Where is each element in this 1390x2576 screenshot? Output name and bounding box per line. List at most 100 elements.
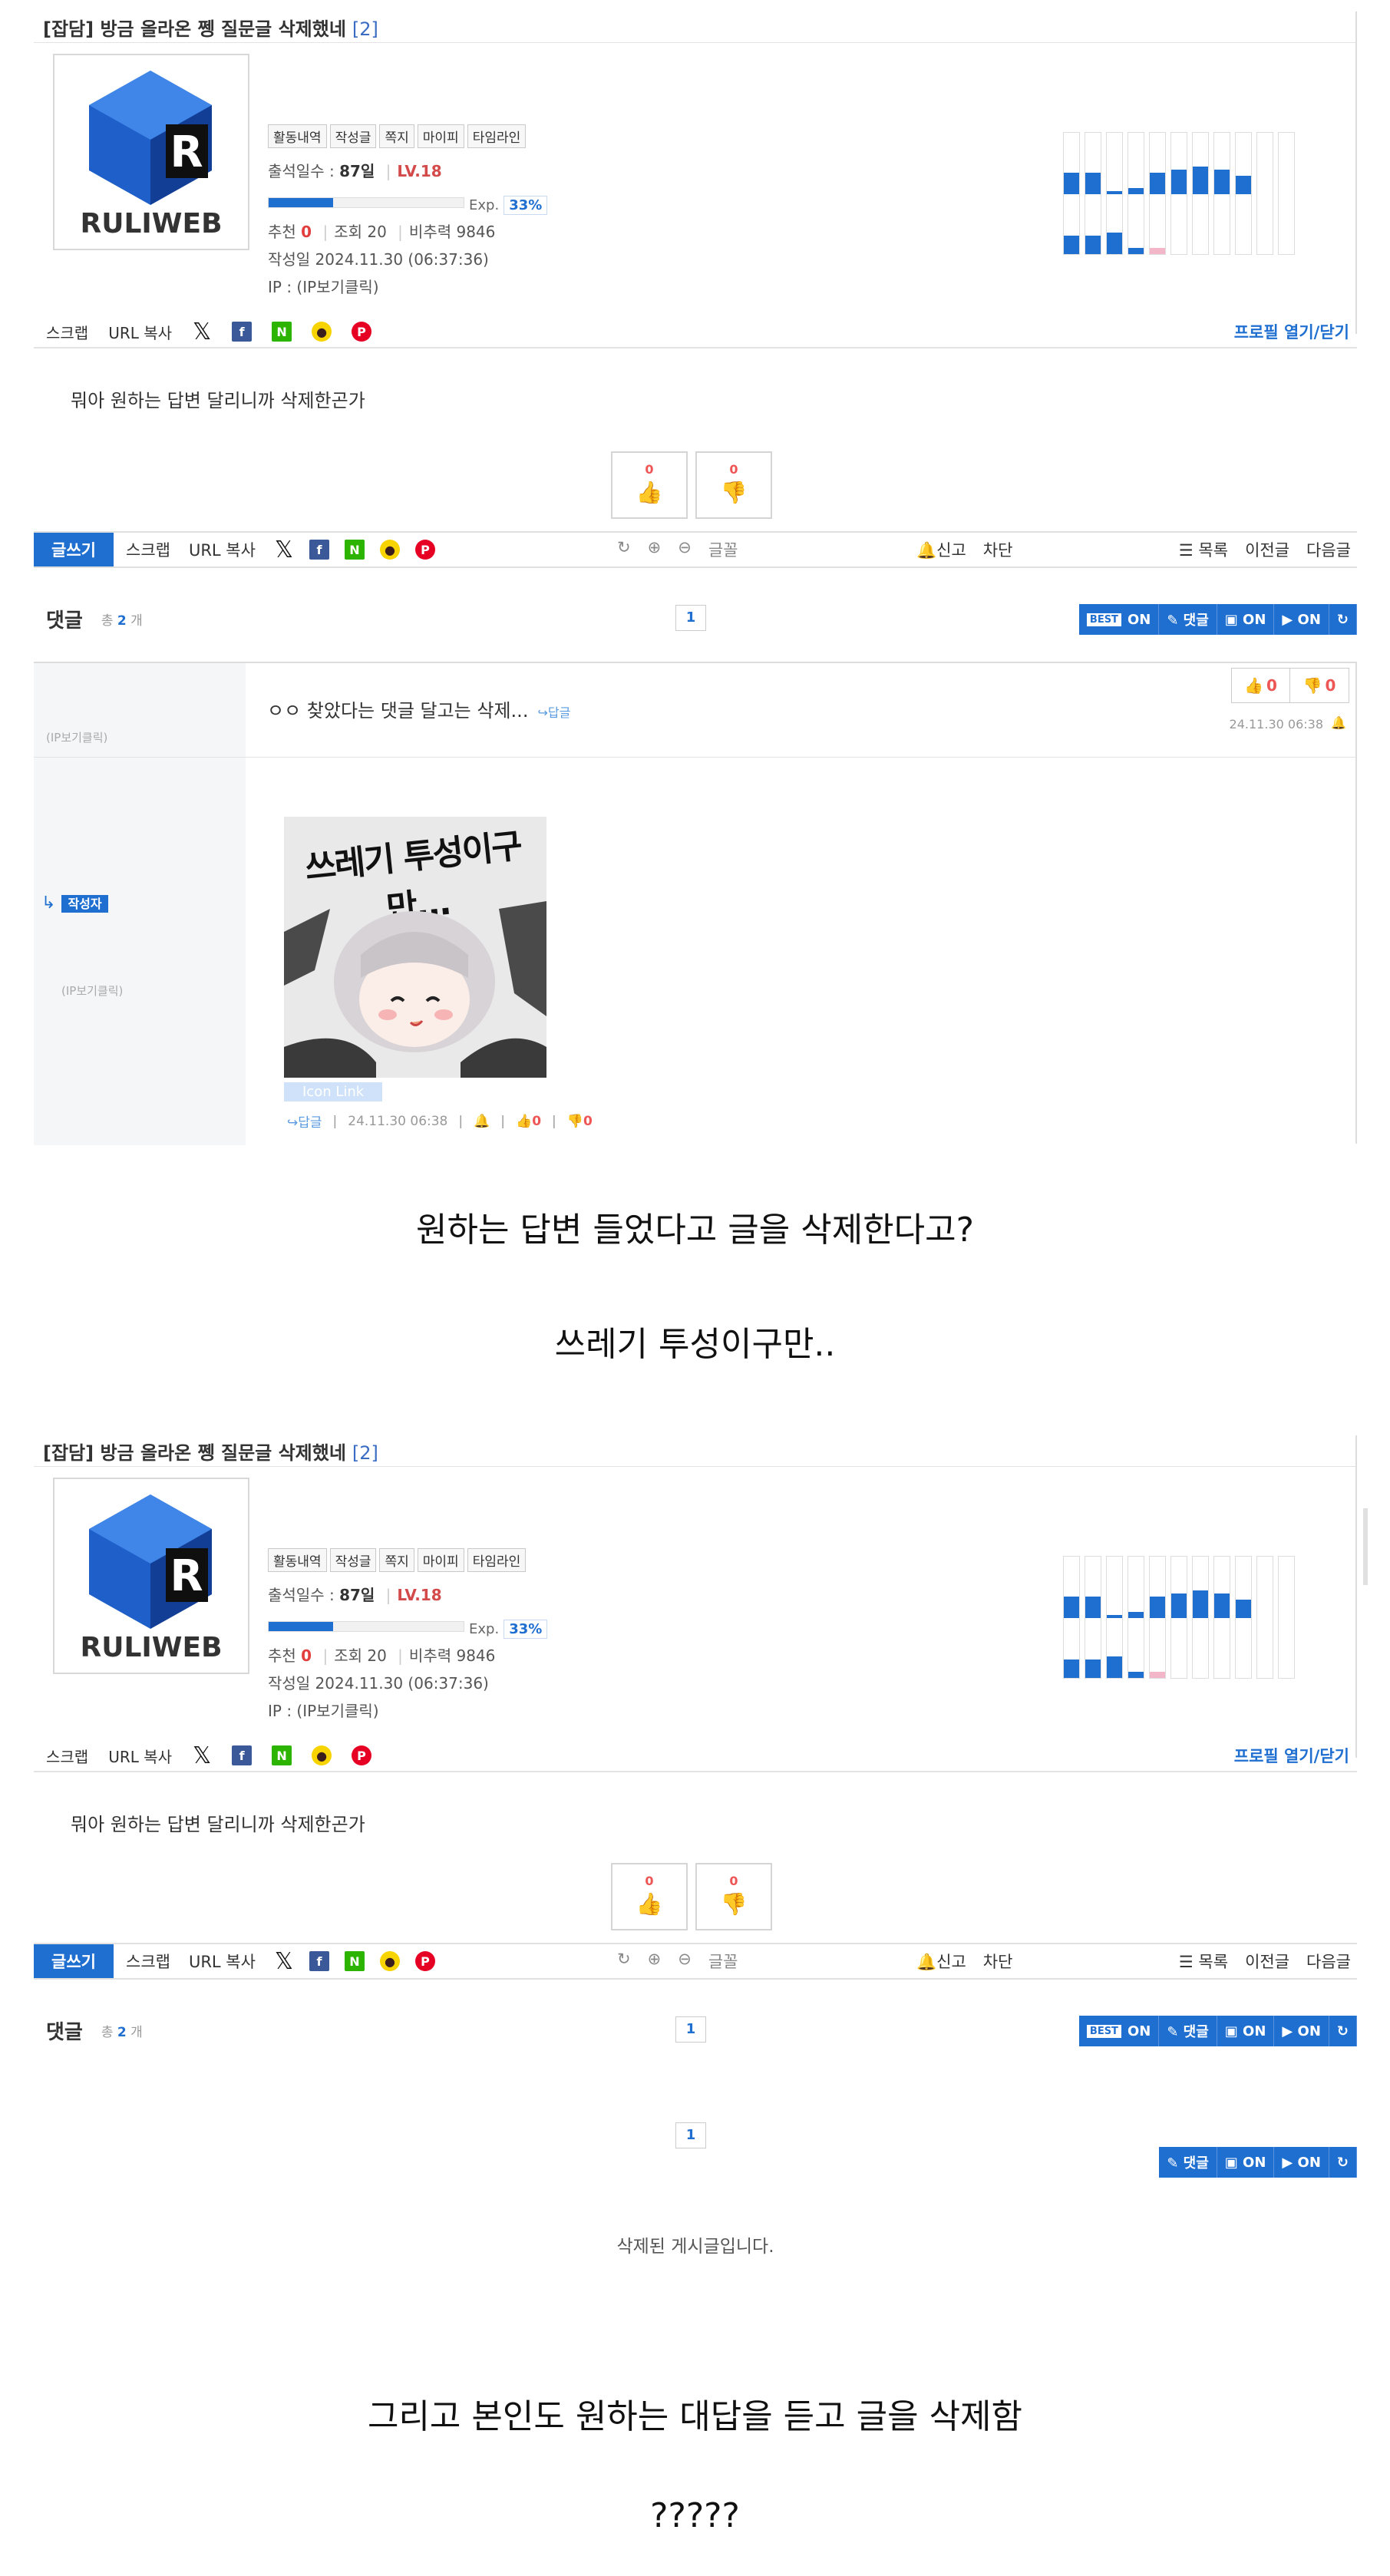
ip-link[interactable]: IP : (IP보기클릭): [268, 273, 547, 301]
comment-page-1-bottom[interactable]: 1: [675, 2122, 706, 2148]
ip-link[interactable]: IP : (IP보기클릭): [268, 1697, 547, 1725]
pinterest-share-icon[interactable]: P: [414, 1951, 435, 1971]
bell-icon[interactable]: 🔔: [1331, 715, 1346, 730]
url-copy-button[interactable]: URL 복사: [189, 538, 256, 561]
comment-ip[interactable]: (IP보기클릭): [61, 983, 123, 999]
comment-downvote[interactable]: 👎0: [1290, 669, 1349, 702]
profile-toggle-link[interactable]: 프로필 열기/닫기: [1234, 1744, 1349, 1767]
kakao-share-icon[interactable]: ●: [312, 1745, 332, 1765]
kakao-share-icon[interactable]: ●: [379, 540, 400, 560]
write-comment-button[interactable]: ✎ 댓글: [1159, 2147, 1217, 2178]
url-copy-button[interactable]: URL 복사: [108, 1745, 172, 1767]
list-button[interactable]: ☰ 목록: [1179, 1950, 1228, 1973]
refresh-icon[interactable]: ↻: [617, 538, 631, 561]
naver-share-icon[interactable]: N: [344, 540, 365, 560]
comment-downvote[interactable]: 👎0: [567, 1114, 593, 1129]
comment-ip[interactable]: (IP보기클릭): [46, 729, 107, 745]
downvote-button[interactable]: 0 👎: [695, 451, 772, 519]
downvote-button[interactable]: 0 👎: [695, 1863, 772, 1930]
pinterest-share-icon[interactable]: P: [352, 322, 372, 342]
kakao-share-icon[interactable]: ●: [312, 322, 332, 342]
naver-share-icon[interactable]: N: [344, 1951, 365, 1971]
activity-bar-upper: [1171, 1593, 1187, 1618]
refresh-comments-icon[interactable]: ↻: [1329, 2016, 1357, 2046]
scrap-button[interactable]: 스크랩: [46, 1745, 88, 1767]
naver-share-icon[interactable]: N: [272, 1745, 292, 1765]
x-share-icon[interactable]: 𝕏: [274, 537, 294, 563]
prev-post-button[interactable]: 이전글: [1245, 538, 1289, 561]
zoom-in-icon[interactable]: ⊕: [648, 538, 662, 561]
tab-message[interactable]: 쪽지: [379, 124, 414, 148]
refresh-comments-icon[interactable]: ↻: [1329, 2147, 1357, 2178]
font-button[interactable]: 글꼴: [708, 538, 738, 561]
x-share-icon[interactable]: 𝕏: [274, 1948, 294, 1975]
profile-toggle-link[interactable]: 프로필 열기/닫기: [1234, 320, 1349, 343]
image-toggle[interactable]: ▣ ON: [1217, 2147, 1275, 2178]
tab-message[interactable]: 쪽지: [379, 1548, 414, 1572]
comment-page-1[interactable]: 1: [675, 2016, 706, 2043]
post-title[interactable]: [잡담] 방금 올라온 쩽 질문글 삭제했네 [2]: [43, 1438, 378, 1465]
report-button[interactable]: 🔔신고: [916, 538, 966, 561]
write-button[interactable]: 글쓰기: [34, 533, 114, 566]
tab-timeline[interactable]: 타임라인: [467, 1548, 527, 1572]
tab-mypi[interactable]: 마이피: [417, 124, 464, 148]
zoom-in-icon[interactable]: ⊕: [648, 1950, 662, 1973]
x-share-icon[interactable]: 𝕏: [192, 319, 212, 345]
comment-upvote[interactable]: 👍0: [1232, 669, 1290, 702]
upvote-button[interactable]: 0 👍: [611, 451, 688, 519]
facebook-share-icon[interactable]: f: [232, 322, 253, 342]
font-button[interactable]: 글꼴: [708, 1950, 738, 1973]
facebook-share-icon[interactable]: f: [309, 540, 329, 560]
facebook-share-icon[interactable]: f: [309, 1951, 329, 1971]
pinterest-share-icon[interactable]: P: [414, 540, 435, 560]
naver-share-icon[interactable]: N: [272, 322, 292, 342]
refresh-icon[interactable]: ↻: [617, 1950, 631, 1973]
scrap-button[interactable]: 스크랩: [126, 1950, 170, 1973]
prev-post-button[interactable]: 이전글: [1245, 1950, 1289, 1973]
video-toggle[interactable]: ▶ ON: [1274, 604, 1329, 635]
tab-posts[interactable]: 작성글: [329, 1548, 377, 1572]
tab-timeline[interactable]: 타임라인: [467, 124, 527, 148]
video-toggle[interactable]: ▶ ON: [1274, 2147, 1329, 2178]
x-share-icon[interactable]: 𝕏: [192, 1742, 212, 1769]
image-toggle[interactable]: ▣ ON: [1217, 2016, 1275, 2046]
reply-link[interactable]: ↪답글: [537, 705, 570, 720]
kakao-share-icon[interactable]: ●: [379, 1951, 400, 1971]
exp-bar: [268, 197, 464, 208]
url-copy-button[interactable]: URL 복사: [108, 321, 172, 343]
next-post-button[interactable]: 다음글: [1306, 1950, 1351, 1973]
write-comment-button[interactable]: ✎ 댓글: [1159, 2016, 1217, 2046]
zoom-out-icon[interactable]: ⊖: [678, 1950, 692, 1973]
upvote-button[interactable]: 0 👍: [611, 1863, 688, 1930]
tab-activity[interactable]: 활동내역: [268, 1548, 327, 1572]
refresh-comments-icon[interactable]: ↻: [1329, 604, 1357, 635]
best-toggle[interactable]: BEST ON: [1078, 2016, 1160, 2046]
write-button[interactable]: 글쓰기: [34, 1944, 114, 1978]
facebook-share-icon[interactable]: f: [232, 1745, 253, 1765]
scrap-button[interactable]: 스크랩: [46, 321, 88, 343]
post-title[interactable]: [잡담] 방금 올라온 쩽 질문글 삭제했네 [2]: [43, 14, 378, 41]
bell-icon[interactable]: 🔔: [474, 1114, 490, 1129]
list-button[interactable]: ☰ 목록: [1179, 538, 1228, 561]
url-copy-button[interactable]: URL 복사: [189, 1950, 256, 1973]
reply-link[interactable]: ↪답글: [287, 1111, 322, 1131]
scrap-button[interactable]: 스크랩: [126, 538, 170, 561]
zoom-out-icon[interactable]: ⊖: [678, 538, 692, 561]
report-button[interactable]: 🔔신고: [916, 1950, 966, 1973]
image-toggle[interactable]: ▣ ON: [1217, 604, 1275, 635]
next-post-button[interactable]: 다음글: [1306, 538, 1351, 561]
comment-upvote[interactable]: 👍0: [516, 1114, 541, 1129]
pinterest-share-icon[interactable]: P: [352, 1745, 372, 1765]
video-toggle[interactable]: ▶ ON: [1274, 2016, 1329, 2046]
tab-activity[interactable]: 활동내역: [268, 124, 327, 148]
best-toggle[interactable]: BEST ON: [1078, 604, 1160, 635]
tab-posts[interactable]: 작성글: [329, 124, 377, 148]
write-comment-button[interactable]: ✎ 댓글: [1159, 604, 1217, 635]
tab-mypi[interactable]: 마이피: [417, 1548, 464, 1572]
activity-graph: [1063, 132, 1295, 255]
icon-link[interactable]: Icon Link: [284, 1082, 383, 1101]
block-button[interactable]: 차단: [983, 538, 1013, 561]
comment-page-1[interactable]: 1: [675, 605, 706, 631]
block-button[interactable]: 차단: [983, 1950, 1013, 1973]
scrollbar[interactable]: [1363, 1508, 1368, 1585]
